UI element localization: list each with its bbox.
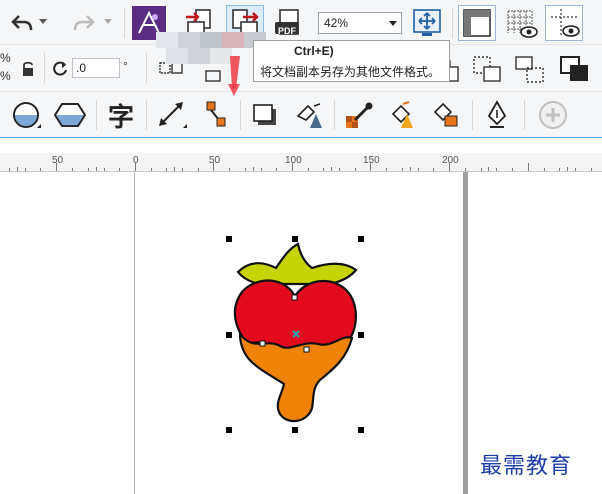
add-tool-button[interactable] xyxy=(534,98,572,132)
redo-icon xyxy=(73,15,95,31)
rotation-angle-icon-wrap xyxy=(52,59,70,77)
combine-icon xyxy=(560,56,588,81)
tooltip-shortcut: Ctrl+E) xyxy=(294,44,334,58)
full-screen-button[interactable] xyxy=(410,6,444,40)
chevron-down-icon xyxy=(39,19,47,24)
ungroup-icon xyxy=(473,56,501,82)
lock-icon xyxy=(23,61,33,76)
watermark-text: 最需教育 xyxy=(480,454,573,479)
strawberry-body[interactable] xyxy=(233,279,357,350)
ruler-label: 50 xyxy=(52,155,64,166)
show-guidelines-button[interactable] xyxy=(545,5,583,41)
drop-shadow-icon xyxy=(253,104,276,125)
transparency-tool[interactable] xyxy=(290,98,330,132)
redo-button[interactable] xyxy=(70,10,98,36)
ungroup-all-icon xyxy=(515,56,544,83)
strawberry-drawing[interactable] xyxy=(220,230,370,440)
interactive-fill-tool[interactable] xyxy=(384,98,422,132)
separator xyxy=(146,53,147,83)
document-tab-strip xyxy=(0,137,602,154)
ruler-label: 200 xyxy=(442,155,459,166)
connector-icon xyxy=(206,101,226,127)
separator xyxy=(472,100,473,130)
separator xyxy=(124,8,125,38)
ruler-label: 0 xyxy=(133,155,139,166)
rotate-icon xyxy=(53,61,67,76)
ellipse-icon xyxy=(13,102,41,128)
separator xyxy=(334,100,335,130)
dimension-tool[interactable] xyxy=(152,98,190,132)
standard-toolbar: PDF 42% xyxy=(0,0,602,45)
zoom-level-select[interactable]: 42% xyxy=(318,12,402,34)
degree-unit: ° xyxy=(123,59,128,73)
separator xyxy=(452,8,453,38)
ruler-label: 100 xyxy=(285,155,302,166)
strawberry-leaves[interactable] xyxy=(236,242,358,286)
zoom-level-value: 42% xyxy=(324,16,349,30)
ungroup-button[interactable] xyxy=(470,53,504,85)
percent-label: % xyxy=(0,51,11,65)
text-tool[interactable]: 字 xyxy=(102,98,140,133)
dimension-icon xyxy=(159,102,187,128)
percent-label: % xyxy=(0,69,11,83)
red-pointer-arrow xyxy=(228,56,240,96)
horizontal-ruler[interactable]: 50 0 50 100 150 200 xyxy=(0,153,602,172)
separator xyxy=(240,100,241,130)
eyedropper-icon xyxy=(346,102,373,128)
guidelines-icon xyxy=(551,9,580,37)
undo-button[interactable] xyxy=(8,10,36,36)
page-border-left xyxy=(134,172,135,494)
pen-tool[interactable] xyxy=(478,98,516,132)
separator xyxy=(524,100,525,130)
export-tooltip: Ctrl+E) 将文档副本另存为其他文件格式。 xyxy=(253,40,450,82)
show-grid-button[interactable] xyxy=(502,5,540,41)
separator xyxy=(146,100,147,130)
ruler-label: 150 xyxy=(363,155,380,166)
rotation-angle-input[interactable]: .0 xyxy=(72,58,120,78)
polygon-tool[interactable] xyxy=(50,98,90,132)
redo-dropdown[interactable] xyxy=(103,16,113,28)
chevron-down-icon xyxy=(389,21,397,26)
smart-fill-tool[interactable] xyxy=(428,98,466,132)
transparency-icon xyxy=(296,103,322,128)
undo-icon xyxy=(11,15,33,31)
ungroup-all-button[interactable] xyxy=(512,53,548,85)
pen-nib-icon xyxy=(487,100,507,128)
smart-fill-icon xyxy=(433,102,458,127)
connector-tool[interactable] xyxy=(196,98,234,132)
grid-icon xyxy=(507,10,538,38)
plus-circle-icon xyxy=(539,101,567,129)
rotation-angle-value: .0 xyxy=(76,61,87,75)
separator xyxy=(96,100,97,130)
drop-shadow-tool[interactable] xyxy=(246,98,284,132)
chevron-down-icon xyxy=(104,19,112,24)
tooltip-description: 将文档副本另存为其他文件格式。 xyxy=(260,65,441,79)
ellipse-tool[interactable] xyxy=(8,98,44,132)
polygon-icon xyxy=(53,103,87,127)
show-rulers-button[interactable] xyxy=(458,5,496,41)
page-shadow-right xyxy=(463,172,468,494)
separator xyxy=(44,53,45,83)
full-screen-icon xyxy=(413,9,441,36)
text-tool-icon: 字 xyxy=(107,102,134,133)
lock-ratio-button[interactable] xyxy=(18,59,38,79)
drawing-canvas[interactable]: 最需教育 xyxy=(0,172,602,494)
ruler-label: 50 xyxy=(209,155,221,166)
chocolate-drip[interactable] xyxy=(238,330,354,423)
toolbox: 字 xyxy=(0,91,602,137)
combine-button[interactable] xyxy=(556,53,594,85)
color-eyedropper-tool[interactable] xyxy=(340,98,378,132)
undo-dropdown[interactable] xyxy=(38,16,48,28)
ruler-icon xyxy=(463,9,491,37)
fill-icon xyxy=(391,101,413,128)
